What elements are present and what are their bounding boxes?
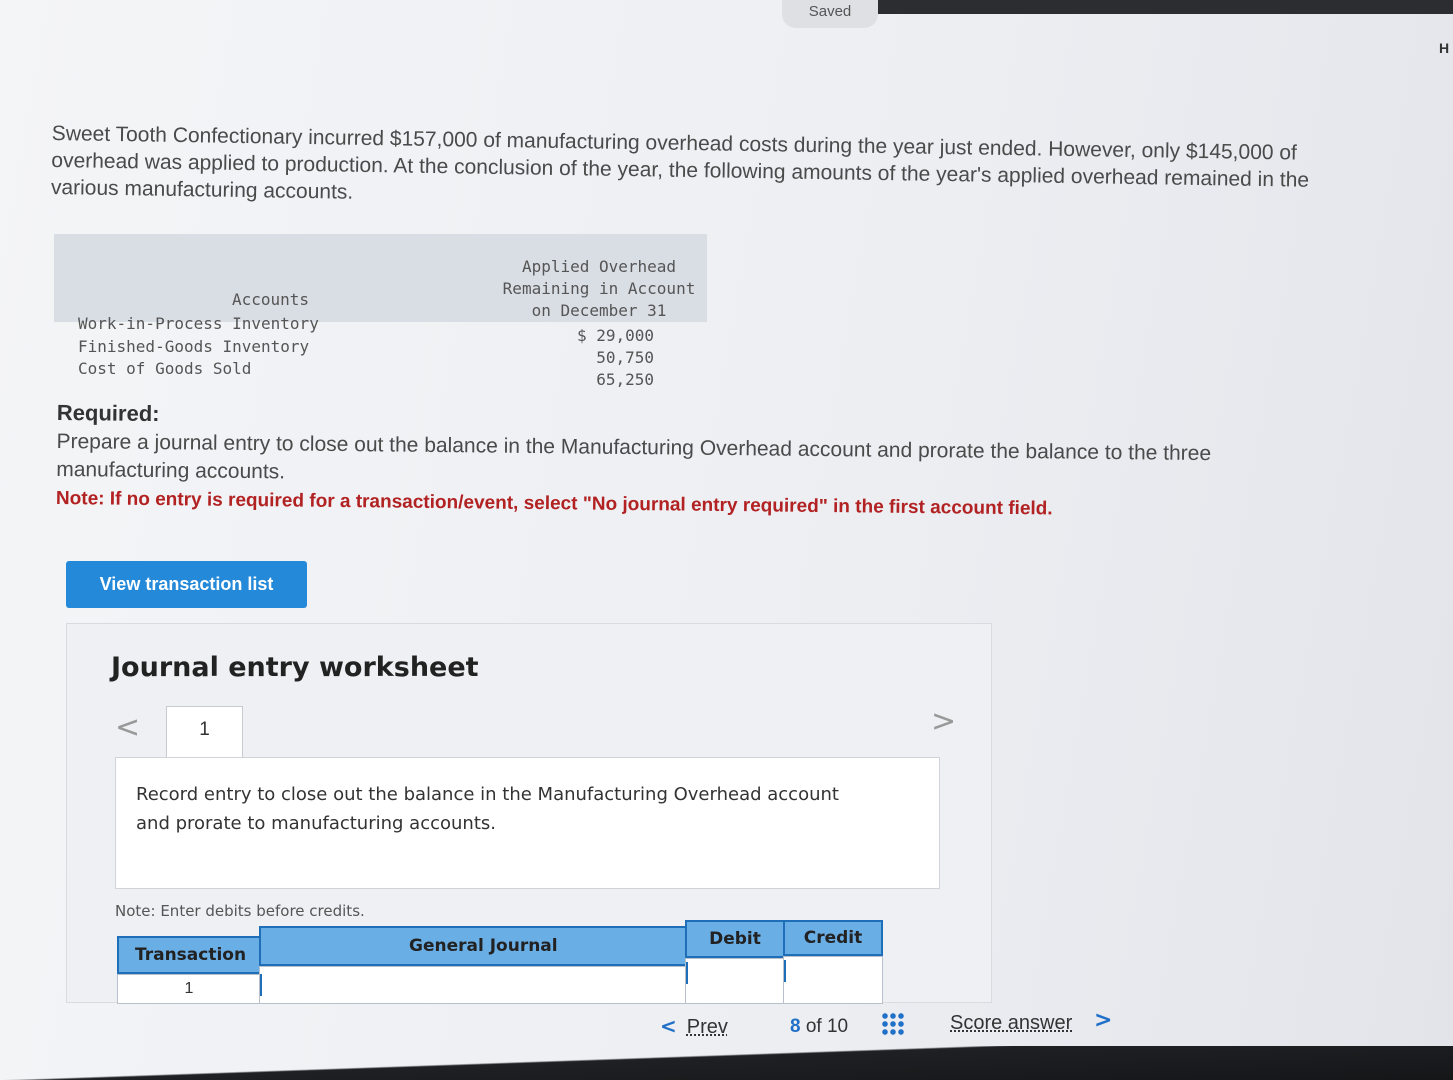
- col-header-credit: Credit: [783, 920, 883, 956]
- cell-marker: [686, 962, 688, 984]
- chevron-left-icon: <: [660, 1014, 677, 1038]
- col-header-overhead: Applied Overhead Remaining in Account on…: [502, 257, 696, 320]
- bottom-edge: [0, 1046, 1453, 1080]
- row-account: Cost of Goods Sold: [78, 359, 252, 378]
- col-header-debit: Debit: [685, 920, 785, 958]
- row-account: Finished-Goods Inventory: [78, 337, 310, 356]
- current-page: 8: [790, 1016, 801, 1037]
- saved-status-badge: Saved: [782, 0, 878, 28]
- worksheet-title: Journal entry worksheet: [111, 652, 479, 683]
- row-amount: 65,250: [596, 370, 654, 389]
- view-transaction-list-button[interactable]: View transaction list: [66, 561, 307, 608]
- top-bar: [0, 0, 1453, 14]
- entry-description-box: Record entry to close out the balance in…: [115, 757, 940, 889]
- row-amount: $ 29,000: [576, 326, 654, 345]
- debit-input[interactable]: [685, 958, 785, 1004]
- pagination: < Prev 8 of 10 Score answer >: [660, 1008, 1120, 1048]
- col-header-transaction: Transaction: [117, 936, 261, 974]
- chevron-left-icon[interactable]: <: [115, 710, 140, 745]
- journal-entry-worksheet: Journal entry worksheet < > 1 Record ent…: [66, 623, 992, 1004]
- prev-label: Prev: [686, 1016, 728, 1038]
- prev-button[interactable]: < Prev: [660, 1014, 728, 1039]
- col-header-general-journal: General Journal: [259, 926, 687, 966]
- chevron-right-icon[interactable]: >: [931, 704, 956, 739]
- page-indicator: 8 of 10: [790, 1016, 848, 1038]
- entry-description: Record entry to close out the balance in…: [136, 784, 839, 834]
- grid-icon[interactable]: [881, 1012, 905, 1036]
- credit-input[interactable]: [783, 956, 883, 1004]
- problem-intro: Sweet Tooth Confectionary incurred $157,…: [50, 121, 1310, 204]
- help-link[interactable]: H: [1439, 40, 1449, 56]
- account-select-field[interactable]: [259, 966, 687, 1004]
- row-account: Work-in-Process Inventory: [78, 314, 319, 333]
- overhead-table: Accounts Applied Overhead Remaining in A…: [54, 234, 714, 394]
- score-answer-link[interactable]: Score answer: [950, 1012, 1072, 1035]
- journal-table: Transaction General Journal Debit Credit…: [117, 920, 883, 1004]
- total-pages: of 10: [805, 1016, 849, 1037]
- col-header-accounts: Accounts: [232, 290, 310, 309]
- worksheet-note: Note: Enter debits before credits.: [115, 902, 365, 920]
- row-amount: 50,750: [596, 348, 654, 367]
- tab-entry-1[interactable]: 1: [166, 706, 243, 762]
- cell-marker: [260, 974, 262, 996]
- required-section: Required: Prepare a journal entry to clo…: [56, 400, 1277, 523]
- required-text: Prepare a journal entry to close out the…: [56, 429, 1212, 484]
- top-bar-dark: [878, 0, 1453, 14]
- chevron-right-icon[interactable]: >: [1094, 1008, 1112, 1033]
- transaction-number: 1: [117, 974, 261, 1004]
- cell-marker: [784, 960, 786, 982]
